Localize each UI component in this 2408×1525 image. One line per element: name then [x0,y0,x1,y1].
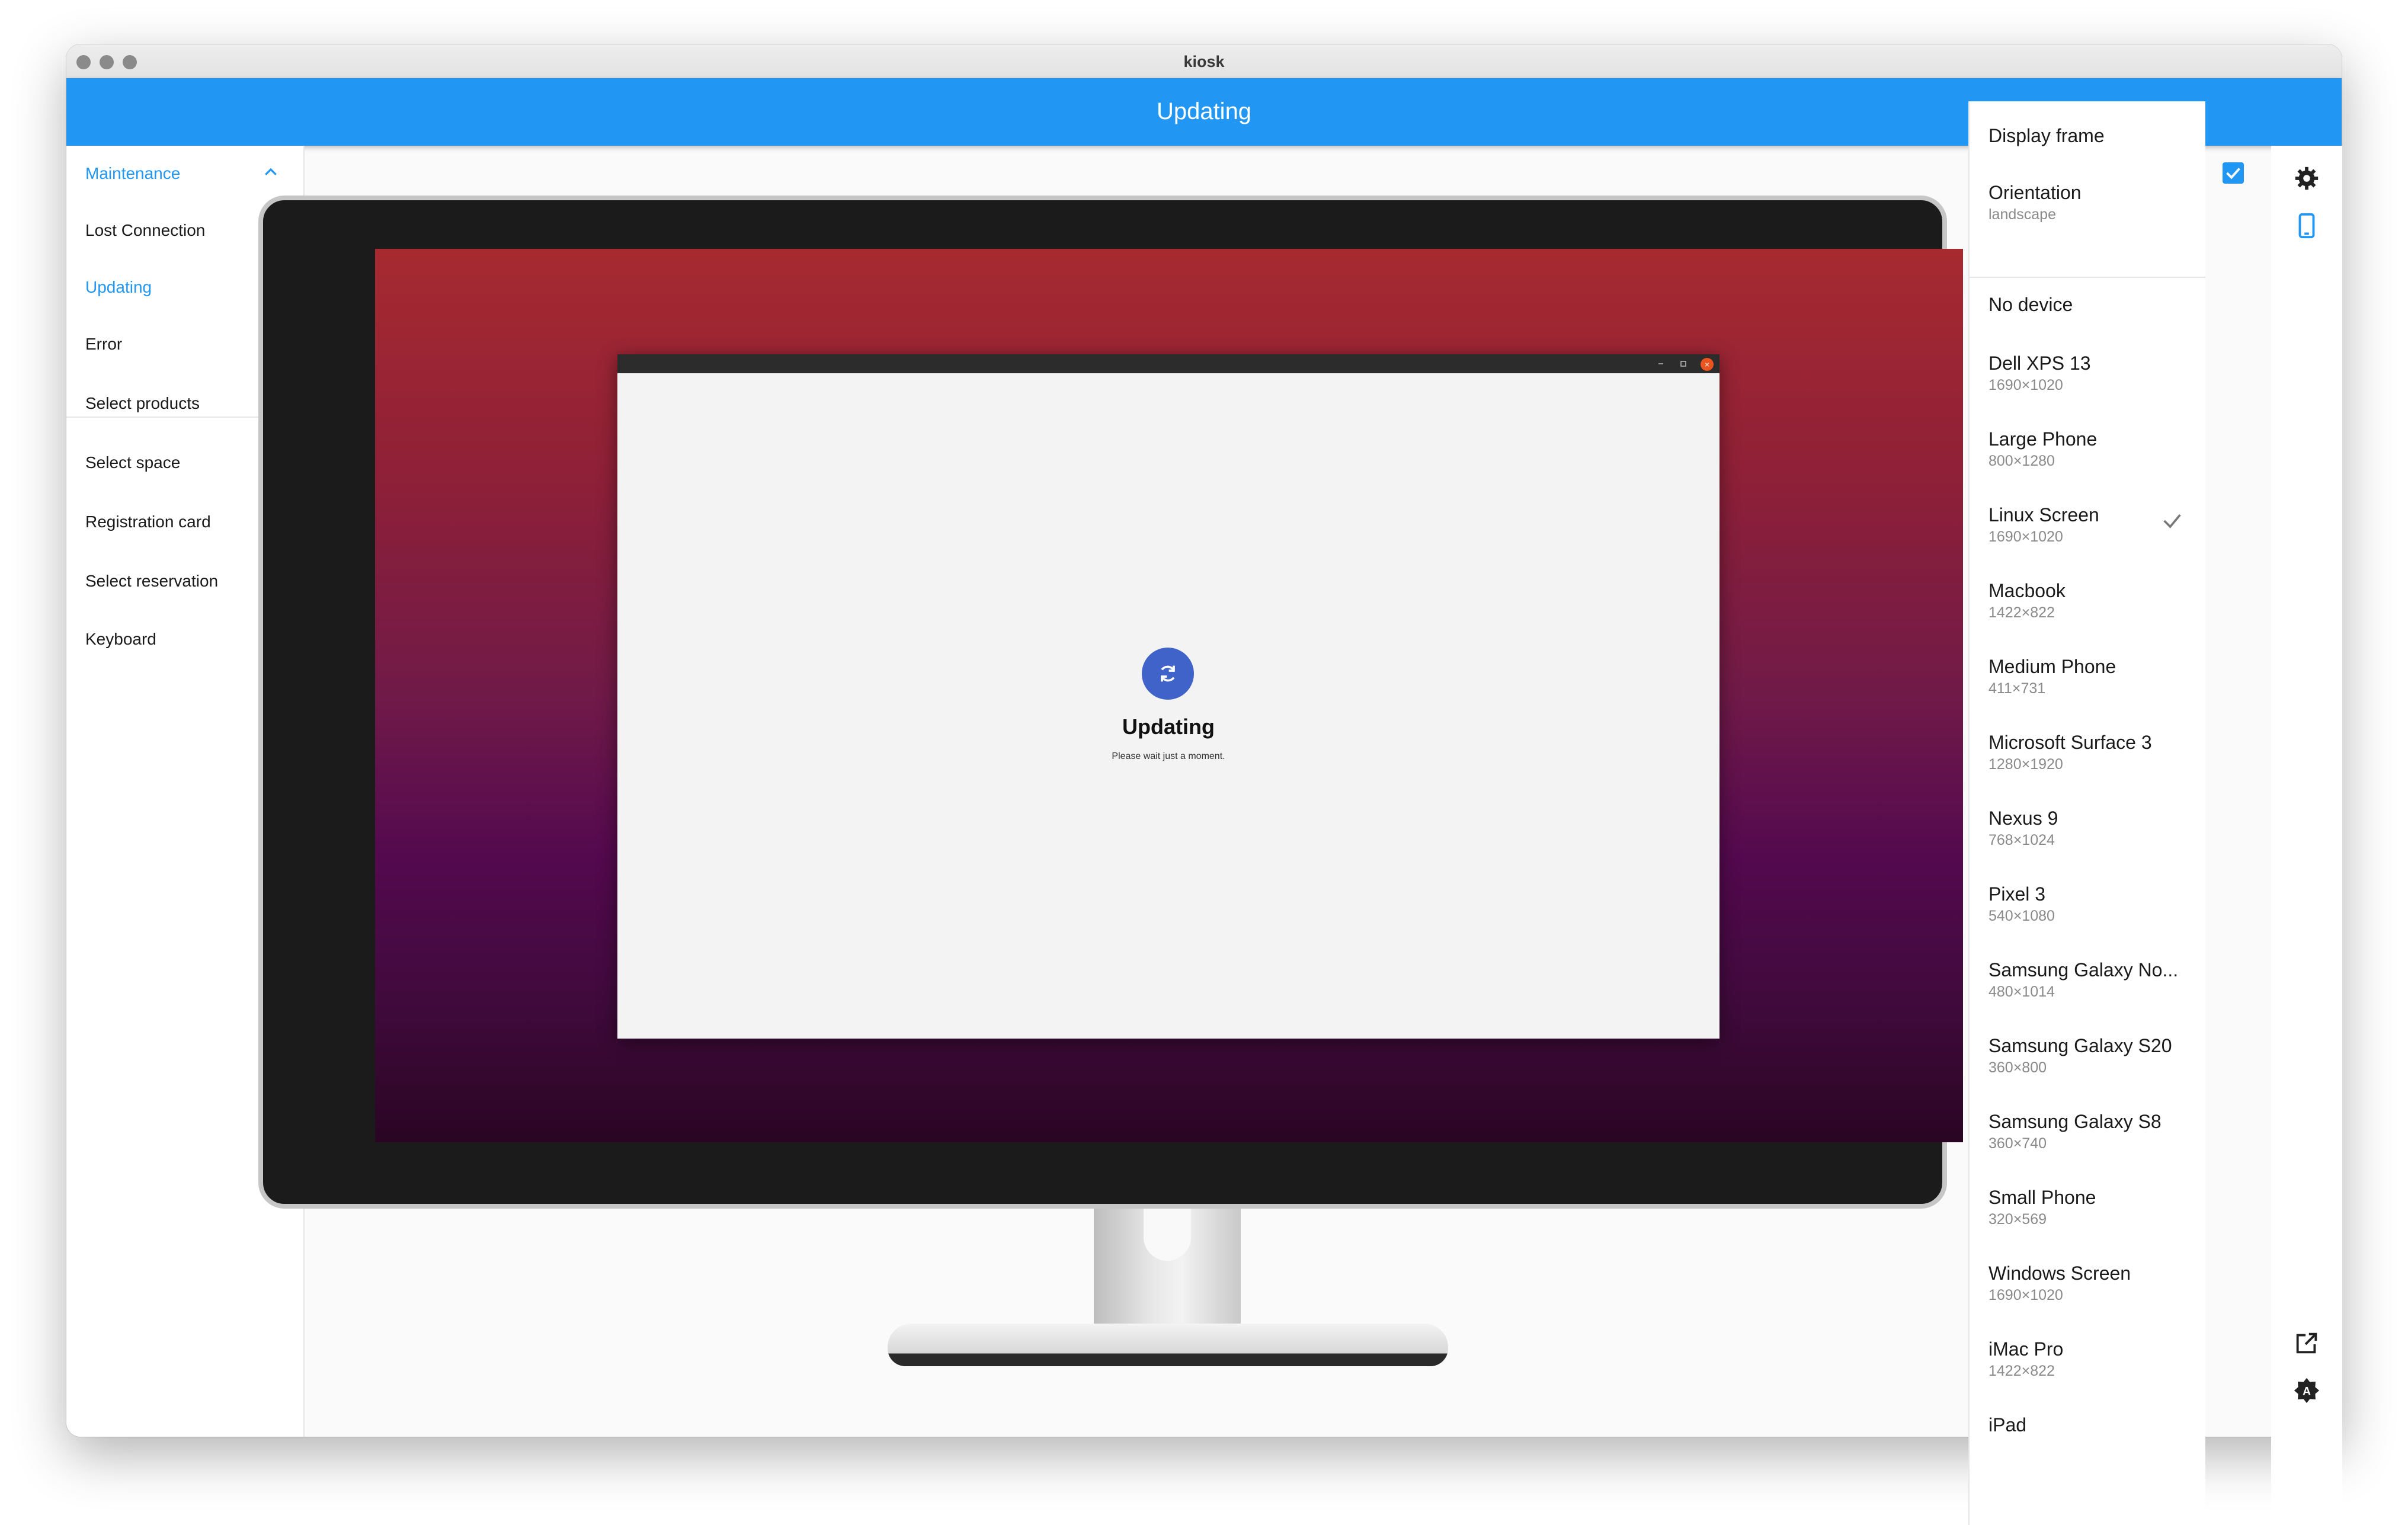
device-item[interactable]: Large Phone 800×1280 [1988,428,2190,470]
orientation-label: Orientation [1988,182,2082,203]
preview-subtext: Please wait just a moment. [1112,751,1225,761]
device-item[interactable]: Macbook 1422×822 [1988,580,2190,621]
device-name: Dell XPS 13 [1988,353,2091,374]
theme-icon[interactable]: A [2293,1377,2320,1404]
device-name: Microsoft Surface 3 [1988,732,2152,753]
phone-icon[interactable] [2293,212,2320,239]
window-title: kiosk [1183,53,1225,71]
device-size: 320×569 [1988,1211,2047,1228]
close-icon[interactable]: × [1701,358,1714,371]
device-size: 411×731 [1988,680,2046,697]
device-size: 1690×1020 [1988,1287,2063,1303]
device-size: 480×1014 [1988,983,2055,1000]
device-name: Macbook [1988,580,2066,601]
display-frame-label: Display frame [1988,125,2105,146]
device-item[interactable]: iMac Pro 1422×822 [1988,1338,2190,1380]
device-size: 360×740 [1988,1135,2047,1152]
device-name: iMac Pro [1988,1338,2064,1360]
sidebar-item-label: Select products [85,394,200,412]
tool-rail: A [2271,146,2342,1525]
preview-titlebar: × [617,354,1719,373]
display-frame-checkbox[interactable] [2223,162,2244,184]
device-item[interactable]: Samsung Galaxy No... 480×1014 [1988,959,2190,1001]
device-name: Large Phone [1988,428,2098,450]
device-item[interactable]: Small Phone 320×569 [1988,1187,2190,1228]
device-item[interactable]: Windows Screen 1690×1020 [1988,1263,2190,1304]
sidebar-item-label: Maintenance [85,164,181,182]
device-size: 540×1080 [1988,908,2055,924]
sidebar-item-label: Registration card [85,512,211,531]
monitor-stand-cutout [1144,1209,1191,1261]
device-name: iPad [1988,1414,2027,1436]
chevron-up-icon [265,168,277,175]
device-size: 1690×1020 [1988,528,2063,545]
monitor-stand-base [888,1324,1448,1366]
device-item-selected[interactable]: Linux Screen 1690×1020 [1988,504,2190,546]
device-item[interactable]: iPad [1988,1414,2190,1436]
preview-app-window: × Updating Please wait just a moment. [617,354,1719,1039]
device-item[interactable]: Microsoft Surface 3 1280×1920 [1988,732,2190,773]
device-item[interactable]: Medium Phone 411×731 [1988,656,2190,697]
device-name: Samsung Galaxy No... [1988,959,2179,981]
device-size: 1280×1920 [1988,756,2063,773]
device-name: Pixel 3 [1988,883,2046,905]
device-name: No device [1988,294,2073,315]
checkmark-icon [2163,514,2181,528]
device-panel: Display frame Orientation landscape No d… [1968,101,2205,1525]
device-name: Small Phone [1988,1187,2096,1208]
minimize-icon[interactable] [1657,360,1665,368]
sidebar-item-label: Select reservation [85,572,219,590]
device-item[interactable]: No device [1988,294,2190,316]
maximize-icon[interactable] [1679,360,1687,368]
sidebar-item-label: Lost Connection [85,221,206,239]
device-size: 1690×1020 [1988,377,2063,393]
refresh-icon [1142,648,1194,700]
device-name: Medium Phone [1988,656,2116,677]
gear-icon[interactable] [2293,165,2320,192]
device-size: 1422×822 [1988,1363,2055,1379]
device-item[interactable]: Dell XPS 13 1690×1020 [1988,353,2190,394]
orientation-value: landscape [1988,206,2056,223]
preview-heading: Updating [1122,715,1215,739]
device-item[interactable]: Pixel 3 540×1080 [1988,883,2190,925]
device-item[interactable]: Nexus 9 768×1024 [1988,808,2190,849]
device-item[interactable]: Samsung Galaxy S20 360×800 [1988,1035,2190,1077]
orientation-setting[interactable]: Orientation landscape [1988,182,2190,223]
sidebar-item-label: Keyboard [85,630,156,648]
sidebar-item-label: Select space [85,453,181,472]
panel-divider [1970,277,2205,278]
device-name: Samsung Galaxy S8 [1988,1111,2162,1132]
sidebar-item-label: Updating [85,278,152,296]
device-item[interactable]: Samsung Galaxy S8 360×740 [1988,1111,2190,1152]
device-name: Nexus 9 [1988,808,2058,829]
checkmark-icon [2226,168,2240,180]
open-external-icon[interactable] [2293,1329,2320,1357]
device-size: 768×1024 [1988,832,2055,848]
display-frame-toggle[interactable]: Display frame [1988,125,2190,147]
title-bar: kiosk [66,44,2342,79]
svg-text:A: A [2303,1386,2311,1398]
device-name: Windows Screen [1988,1263,2131,1284]
sidebar-item-label: Error [85,335,123,353]
device-name: Linux Screen [1988,504,2099,526]
device-size: 800×1280 [1988,453,2055,469]
sidebar-item-maintenance[interactable]: Maintenance [66,146,303,199]
device-size: 1422×822 [1988,604,2055,621]
device-size: 360×800 [1988,1059,2047,1076]
device-name: Samsung Galaxy S20 [1988,1035,2172,1056]
